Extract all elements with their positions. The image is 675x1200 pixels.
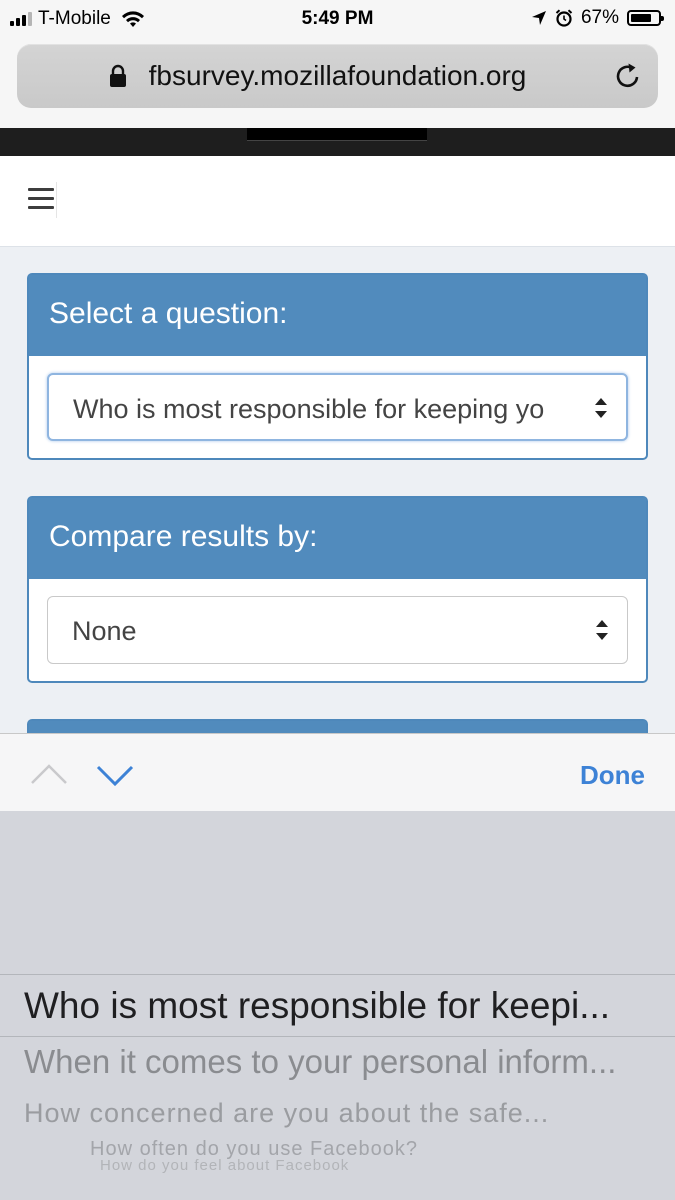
location-arrow-icon bbox=[531, 11, 546, 25]
address-bar[interactable]: fbsurvey.mozillafoundation.org bbox=[17, 44, 658, 108]
battery-percent: 67% bbox=[580, 7, 619, 28]
picker-option[interactable]: How concerned are you about the safe... bbox=[24, 1098, 669, 1129]
status-bar: T-Mobile 5:49 PM 67% bbox=[0, 0, 675, 38]
picker-selection-bottom-line bbox=[0, 1036, 675, 1037]
browser-toolbar: fbsurvey.mozillafoundation.org bbox=[0, 38, 675, 128]
compare-card-heading: Compare results by: bbox=[29, 498, 646, 579]
url-text: fbsurvey.mozillafoundation.org bbox=[148, 60, 527, 91]
battery-icon bbox=[627, 10, 664, 26]
done-button[interactable]: Done bbox=[580, 760, 645, 791]
reload-icon[interactable] bbox=[612, 60, 644, 92]
select-arrows-icon bbox=[596, 620, 608, 640]
question-card: Select a question: Who is most responsib… bbox=[27, 273, 648, 460]
status-right: 67% bbox=[531, 7, 664, 29]
compare-select-value: None bbox=[72, 616, 137, 646]
nav-bar bbox=[0, 156, 675, 247]
picker-option[interactable]: When it comes to your personal inform... bbox=[24, 1043, 669, 1081]
next-field-icon[interactable] bbox=[96, 764, 134, 788]
alarm-icon bbox=[555, 9, 573, 27]
site-header bbox=[0, 128, 675, 156]
third-card bbox=[27, 719, 648, 733]
picker-selection-top-line bbox=[0, 974, 675, 975]
mozilla-logo[interactable] bbox=[247, 128, 427, 141]
question-select-value: Who is most responsible for keeping yo bbox=[73, 394, 545, 424]
keyboard-accessory-bar: Done bbox=[0, 733, 675, 812]
picker-option[interactable]: How do you feel about Facebook bbox=[100, 1157, 675, 1174]
question-card-heading: Select a question: bbox=[29, 275, 646, 356]
hamburger-menu-icon[interactable] bbox=[28, 188, 54, 210]
picker-wheel[interactable]: Who is most responsible for keepi... Whe… bbox=[0, 811, 675, 1200]
previous-field-icon[interactable] bbox=[30, 762, 68, 786]
compare-card: Compare results by: None bbox=[27, 496, 648, 683]
main-content: Select a question: Who is most responsib… bbox=[0, 247, 675, 733]
divider bbox=[56, 182, 57, 218]
picker-option-selected[interactable]: Who is most responsible for keepi... bbox=[24, 985, 669, 1027]
select-arrows-icon bbox=[595, 398, 607, 418]
compare-select[interactable]: None bbox=[47, 596, 628, 664]
question-select[interactable]: Who is most responsible for keeping yo bbox=[47, 373, 628, 441]
third-card-heading bbox=[29, 721, 646, 733]
